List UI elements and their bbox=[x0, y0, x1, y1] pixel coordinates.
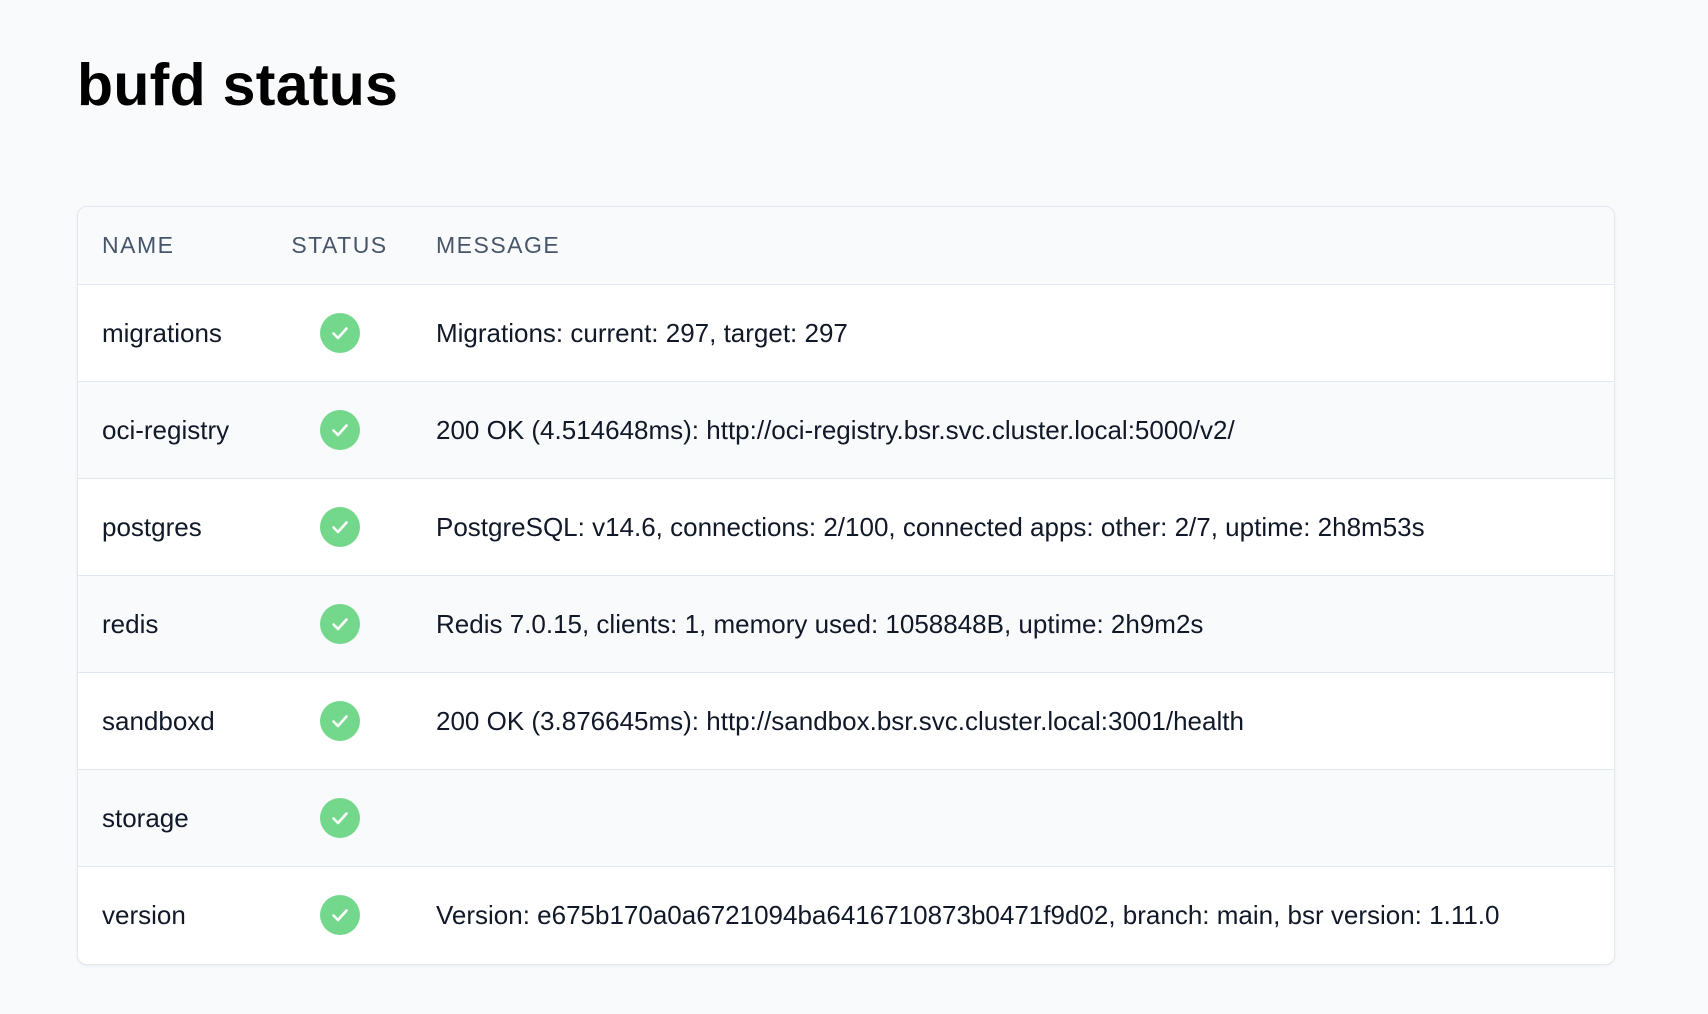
row-status bbox=[268, 672, 411, 770]
row-message: 200 OK (4.514648ms): http://oci-registry… bbox=[411, 381, 1614, 479]
row-name: redis bbox=[78, 575, 268, 673]
row-message: Redis 7.0.15, clients: 1, memory used: 1… bbox=[411, 575, 1614, 673]
row-message bbox=[411, 769, 1614, 867]
table-row: redis Redis 7.0.15, clients: 1, memory u… bbox=[78, 575, 1614, 673]
table-row: migrations Migrations: current: 297, tar… bbox=[78, 285, 1614, 382]
table-row: postgres PostgreSQL: v14.6, connections:… bbox=[78, 478, 1614, 576]
row-name: version bbox=[78, 866, 268, 964]
column-header-status: STATUS bbox=[268, 207, 411, 285]
column-header-message: MESSAGE bbox=[411, 207, 1614, 285]
row-status bbox=[268, 866, 411, 964]
row-name: postgres bbox=[78, 478, 268, 576]
row-status bbox=[268, 285, 411, 382]
column-header-name: NAME bbox=[78, 207, 268, 285]
row-status bbox=[268, 478, 411, 576]
table-row: version Version: e675b170a0a6721094ba641… bbox=[78, 866, 1614, 964]
page-title: bufd status bbox=[77, 52, 399, 118]
row-status bbox=[268, 769, 411, 867]
check-circle-icon bbox=[319, 507, 360, 547]
page: bufd status NAME STATUS MESSAGE migratio… bbox=[0, 0, 1708, 965]
table-row: sandboxd 200 OK (3.876645ms): http://san… bbox=[78, 672, 1614, 770]
row-name: migrations bbox=[102, 317, 222, 348]
row-status bbox=[268, 381, 411, 479]
table-row: storage bbox=[78, 769, 1614, 867]
table-row: oci-registry 200 OK (4.514648ms): http:/… bbox=[78, 381, 1614, 479]
row-message: Migrations: current: 297, target: 297 bbox=[436, 317, 848, 348]
row-name: oci-registry bbox=[78, 381, 268, 479]
check-circle-icon bbox=[319, 895, 360, 936]
check-circle-icon bbox=[319, 701, 360, 741]
table-header-row: NAME STATUS MESSAGE bbox=[78, 207, 1614, 285]
check-circle-icon bbox=[319, 604, 360, 644]
check-circle-icon bbox=[319, 313, 360, 353]
row-name: storage bbox=[78, 769, 268, 867]
row-name: sandboxd bbox=[78, 672, 268, 770]
row-status bbox=[268, 575, 411, 673]
row-message: PostgreSQL: v14.6, connections: 2/100, c… bbox=[411, 478, 1614, 576]
check-circle-icon bbox=[319, 798, 360, 838]
status-table-card: NAME STATUS MESSAGE migrations Migration… bbox=[77, 206, 1615, 965]
status-table: NAME STATUS MESSAGE migrations Migration… bbox=[78, 207, 1614, 964]
row-message: 200 OK (3.876645ms): http://sandbox.bsr.… bbox=[411, 672, 1614, 770]
check-circle-icon bbox=[319, 410, 360, 450]
row-message: Version: e675b170a0a6721094ba6416710873b… bbox=[411, 866, 1614, 964]
